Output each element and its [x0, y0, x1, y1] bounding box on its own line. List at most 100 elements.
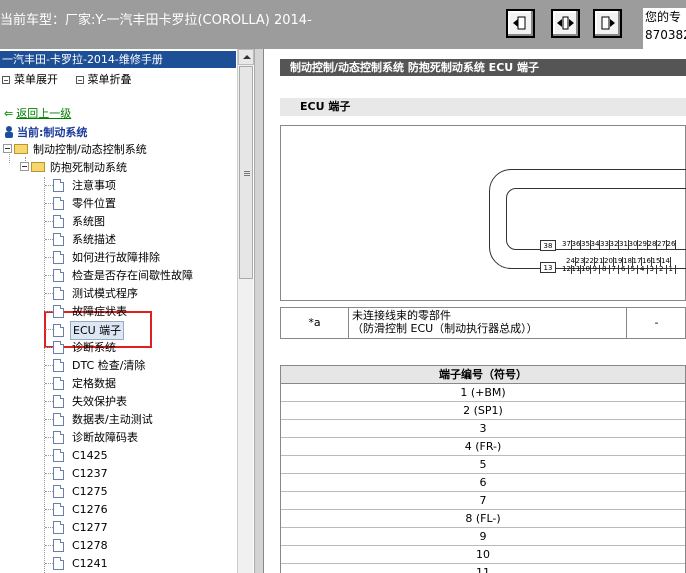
pin-label: 5: [629, 265, 638, 274]
tree-item[interactable]: C1275: [53, 483, 110, 500]
pin-label: 2: [657, 265, 667, 274]
collapse-all-button[interactable]: 菜单折叠: [75, 73, 146, 86]
document-icon: [53, 539, 64, 552]
tree-item-label: C1278: [72, 539, 108, 552]
tree-item-label: DTC 检查/清除: [72, 359, 146, 372]
pin-label: 8: [600, 265, 610, 274]
back-link[interactable]: ⇐ 返回上一级: [4, 105, 71, 121]
collapse-box-icon: [2, 76, 10, 84]
section-title: ECU 端子: [280, 98, 686, 116]
tree-item[interactable]: 系统描述: [53, 231, 118, 248]
folder-icon: [14, 144, 28, 154]
tree-item[interactable]: 系统图: [53, 213, 107, 230]
collapse-icon: [20, 162, 29, 171]
tree-item[interactable]: C1237: [53, 465, 110, 482]
pin-label: 7: [610, 265, 619, 274]
tree-item[interactable]: 数据表/主动测试: [53, 411, 155, 428]
tree-item[interactable]: 检查是否存在间歇性故障: [53, 267, 195, 284]
pin-label: 27: [657, 240, 667, 249]
collapse-box-icon: [75, 76, 84, 84]
tree-node-brake-control[interactable]: 制动控制/动态控制系统: [3, 141, 149, 158]
page-next-icon: [601, 16, 615, 30]
tree-line: [44, 177, 45, 573]
legend-value: -: [626, 308, 686, 338]
legend-line1: 未连接线束的零部件: [352, 309, 451, 322]
tree-item-label: ECU 端子: [70, 321, 125, 340]
document-icon: [53, 341, 64, 354]
tree-item[interactable]: 诊断系统: [53, 339, 118, 356]
left-scrollbar[interactable]: [237, 49, 254, 573]
connector-diagram: 38 373635343332313029282726 13 242322212…: [280, 125, 686, 301]
tree-item[interactable]: 诊断故障码表: [53, 429, 140, 446]
page-center-icon: [557, 16, 574, 30]
pin-row-top: 373635343332313029282726: [562, 240, 676, 249]
table-row: 1 (+BM): [281, 384, 685, 402]
tree-item[interactable]: 测试模式程序: [53, 285, 140, 302]
document-icon: [53, 359, 64, 372]
folder-icon: [31, 162, 45, 172]
document-icon: [53, 467, 64, 480]
tree-item-label: 注意事项: [72, 179, 116, 192]
center-page-button[interactable]: [551, 9, 580, 38]
tree-item[interactable]: 如何进行故障排除: [53, 249, 162, 266]
table-body: 1 (+BM) 2 (SP1) 3 4 (FR-) 5 6 7 8 (FL-) 9 10 11: [281, 384, 685, 573]
legend-mark: *a: [281, 308, 349, 338]
tree-item[interactable]: 定格数据: [53, 375, 118, 392]
table-row: 3: [281, 420, 685, 438]
user-info: 您的专 870382: [643, 8, 686, 49]
tree-item-label: 诊断故障码表: [72, 431, 138, 444]
tree-item[interactable]: ECU 端子: [53, 321, 125, 340]
pin-label: 37: [562, 240, 572, 249]
pin-38: 38: [540, 240, 556, 251]
tree-item-label: C1237: [72, 467, 108, 480]
pin-label: 1: [667, 265, 676, 274]
next-page-button[interactable]: [593, 9, 622, 38]
tree-item-label: 定格数据: [72, 377, 116, 390]
tree-item[interactable]: C1425: [53, 447, 110, 464]
tree-item[interactable]: 失效保护表: [53, 393, 129, 410]
pin-label: 34: [590, 240, 600, 249]
tree-item[interactable]: C1241: [53, 555, 110, 572]
document-icon: [53, 251, 64, 264]
pin-label: 11: [571, 265, 581, 274]
tree-item[interactable]: C1277: [53, 519, 110, 536]
back-link-label: 返回上一级: [16, 107, 72, 120]
tree-item-label: 系统描述: [72, 233, 116, 246]
manual-title: 一汽丰田-卡罗拉-2014-维修手册: [0, 51, 236, 68]
expand-all-button[interactable]: 菜单展开: [2, 73, 72, 86]
user-info-line1: 您的专: [645, 10, 682, 24]
top-bar: 当前车型：厂家:Y-一汽丰田卡罗拉(COROLLA) 2014- 您的专 870…: [0, 0, 686, 49]
tree-item[interactable]: 零件位置: [53, 195, 118, 212]
tree-item-label: 故障症状表: [72, 305, 127, 318]
scroll-up-button[interactable]: [238, 49, 254, 65]
user-info-line2: 870382: [645, 28, 686, 42]
table-row: 8 (FL-): [281, 510, 685, 528]
vehicle-model-label: 当前车型：厂家:Y-一汽丰田卡罗拉(COROLLA) 2014-: [0, 13, 312, 28]
tree-item-label: 零件位置: [72, 197, 116, 210]
expand-all-label: 菜单展开: [14, 73, 58, 86]
tree-item[interactable]: DTC 检查/清除: [53, 357, 147, 374]
scroll-thumb[interactable]: [239, 66, 253, 279]
tree-item-label: 检查是否存在间歇性故障: [72, 269, 193, 282]
table-row: 11: [281, 564, 685, 573]
panel-splitter[interactable]: [254, 49, 264, 573]
table-row: 2 (SP1): [281, 402, 685, 420]
tree-item[interactable]: C1278: [53, 537, 110, 554]
tree-node-abs[interactable]: 防抱死制动系统: [20, 159, 129, 176]
tree-item[interactable]: C1276: [53, 501, 110, 518]
pin-label: 36: [571, 240, 581, 249]
pin-label: 6: [619, 265, 629, 274]
tree-item[interactable]: 注意事项: [53, 177, 118, 194]
current-section-label: 当前:制动系统: [17, 126, 88, 139]
document-icon: [53, 305, 64, 318]
document-icon: [53, 324, 64, 337]
first-page-button[interactable]: [506, 9, 535, 38]
pin-label: 10: [581, 265, 591, 274]
pin-label: 33: [600, 240, 610, 249]
tree-item-label: 失效保护表: [72, 395, 127, 408]
document-icon: [53, 521, 64, 534]
pin-label: 26: [666, 240, 676, 249]
tree-item[interactable]: 故障症状表: [53, 303, 129, 320]
pin-label: 9: [591, 265, 600, 274]
document-icon: [53, 485, 64, 498]
